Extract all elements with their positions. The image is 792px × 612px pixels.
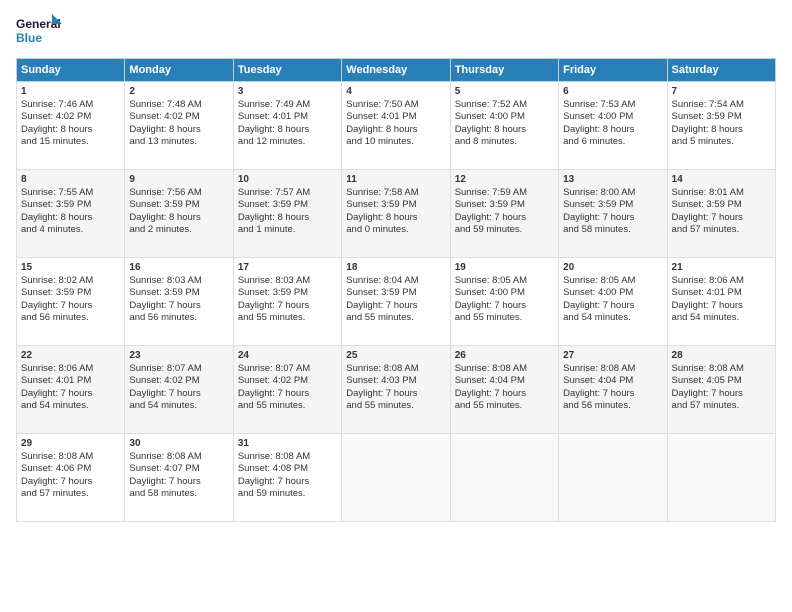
header: GeneralBlue	[16, 12, 776, 50]
svg-text:Blue: Blue	[16, 31, 42, 45]
cell-4-3: 25Sunrise: 8:08 AMSunset: 4:03 PMDayligh…	[342, 346, 450, 434]
cell-2-5: 13Sunrise: 8:00 AMSunset: 3:59 PMDayligh…	[559, 170, 667, 258]
day-number: 13	[563, 173, 662, 186]
cell-5-6	[667, 434, 775, 522]
cell-3-0: 15Sunrise: 8:02 AMSunset: 3:59 PMDayligh…	[17, 258, 125, 346]
cell-2-1: 9Sunrise: 7:56 AMSunset: 3:59 PMDaylight…	[125, 170, 233, 258]
week-row-5: 29Sunrise: 8:08 AMSunset: 4:06 PMDayligh…	[17, 434, 776, 522]
cell-2-2: 10Sunrise: 7:57 AMSunset: 3:59 PMDayligh…	[233, 170, 341, 258]
day-number: 9	[129, 173, 228, 186]
cell-1-0: 1Sunrise: 7:46 AMSunset: 4:02 PMDaylight…	[17, 82, 125, 170]
cell-1-1: 2Sunrise: 7:48 AMSunset: 4:02 PMDaylight…	[125, 82, 233, 170]
cell-3-5: 20Sunrise: 8:05 AMSunset: 4:00 PMDayligh…	[559, 258, 667, 346]
day-number: 28	[672, 349, 771, 362]
cell-1-4: 5Sunrise: 7:52 AMSunset: 4:00 PMDaylight…	[450, 82, 558, 170]
day-number: 4	[346, 85, 445, 98]
cell-4-2: 24Sunrise: 8:07 AMSunset: 4:02 PMDayligh…	[233, 346, 341, 434]
cell-5-4	[450, 434, 558, 522]
cell-5-0: 29Sunrise: 8:08 AMSunset: 4:06 PMDayligh…	[17, 434, 125, 522]
day-number: 25	[346, 349, 445, 362]
day-number: 29	[21, 437, 120, 450]
day-number: 1	[21, 85, 120, 98]
day-number: 27	[563, 349, 662, 362]
col-header-monday: Monday	[125, 59, 233, 82]
calendar-table: SundayMondayTuesdayWednesdayThursdayFrid…	[16, 58, 776, 522]
day-number: 17	[238, 261, 337, 274]
col-header-tuesday: Tuesday	[233, 59, 341, 82]
day-number: 5	[455, 85, 554, 98]
day-number: 12	[455, 173, 554, 186]
day-number: 30	[129, 437, 228, 450]
day-number: 18	[346, 261, 445, 274]
day-number: 6	[563, 85, 662, 98]
day-number: 15	[21, 261, 120, 274]
day-number: 7	[672, 85, 771, 98]
day-number: 3	[238, 85, 337, 98]
cell-5-2: 31Sunrise: 8:08 AMSunset: 4:08 PMDayligh…	[233, 434, 341, 522]
day-number: 31	[238, 437, 337, 450]
calendar-header-row: SundayMondayTuesdayWednesdayThursdayFrid…	[17, 59, 776, 82]
cell-1-3: 4Sunrise: 7:50 AMSunset: 4:01 PMDaylight…	[342, 82, 450, 170]
cell-4-0: 22Sunrise: 8:06 AMSunset: 4:01 PMDayligh…	[17, 346, 125, 434]
logo: GeneralBlue	[16, 12, 66, 50]
cell-1-5: 6Sunrise: 7:53 AMSunset: 4:00 PMDaylight…	[559, 82, 667, 170]
cell-3-4: 19Sunrise: 8:05 AMSunset: 4:00 PMDayligh…	[450, 258, 558, 346]
day-number: 14	[672, 173, 771, 186]
col-header-thursday: Thursday	[450, 59, 558, 82]
cell-3-3: 18Sunrise: 8:04 AMSunset: 3:59 PMDayligh…	[342, 258, 450, 346]
day-number: 8	[21, 173, 120, 186]
calendar-body: 1Sunrise: 7:46 AMSunset: 4:02 PMDaylight…	[17, 82, 776, 522]
col-header-saturday: Saturday	[667, 59, 775, 82]
day-number: 10	[238, 173, 337, 186]
cell-4-1: 23Sunrise: 8:07 AMSunset: 4:02 PMDayligh…	[125, 346, 233, 434]
week-row-4: 22Sunrise: 8:06 AMSunset: 4:01 PMDayligh…	[17, 346, 776, 434]
week-row-3: 15Sunrise: 8:02 AMSunset: 3:59 PMDayligh…	[17, 258, 776, 346]
day-number: 16	[129, 261, 228, 274]
cell-5-1: 30Sunrise: 8:08 AMSunset: 4:07 PMDayligh…	[125, 434, 233, 522]
calendar-page: GeneralBlue SundayMondayTuesdayWednesday…	[0, 0, 792, 612]
day-number: 19	[455, 261, 554, 274]
day-number: 11	[346, 173, 445, 186]
day-number: 26	[455, 349, 554, 362]
cell-4-6: 28Sunrise: 8:08 AMSunset: 4:05 PMDayligh…	[667, 346, 775, 434]
day-number: 20	[563, 261, 662, 274]
cell-2-0: 8Sunrise: 7:55 AMSunset: 3:59 PMDaylight…	[17, 170, 125, 258]
cell-2-3: 11Sunrise: 7:58 AMSunset: 3:59 PMDayligh…	[342, 170, 450, 258]
day-number: 24	[238, 349, 337, 362]
cell-1-2: 3Sunrise: 7:49 AMSunset: 4:01 PMDaylight…	[233, 82, 341, 170]
day-number: 2	[129, 85, 228, 98]
col-header-friday: Friday	[559, 59, 667, 82]
logo-svg: GeneralBlue	[16, 12, 66, 50]
cell-4-4: 26Sunrise: 8:08 AMSunset: 4:04 PMDayligh…	[450, 346, 558, 434]
day-number: 21	[672, 261, 771, 274]
day-number: 22	[21, 349, 120, 362]
cell-3-1: 16Sunrise: 8:03 AMSunset: 3:59 PMDayligh…	[125, 258, 233, 346]
week-row-2: 8Sunrise: 7:55 AMSunset: 3:59 PMDaylight…	[17, 170, 776, 258]
cell-3-6: 21Sunrise: 8:06 AMSunset: 4:01 PMDayligh…	[667, 258, 775, 346]
cell-5-3	[342, 434, 450, 522]
day-number: 23	[129, 349, 228, 362]
cell-4-5: 27Sunrise: 8:08 AMSunset: 4:04 PMDayligh…	[559, 346, 667, 434]
cell-1-6: 7Sunrise: 7:54 AMSunset: 3:59 PMDaylight…	[667, 82, 775, 170]
col-header-wednesday: Wednesday	[342, 59, 450, 82]
week-row-1: 1Sunrise: 7:46 AMSunset: 4:02 PMDaylight…	[17, 82, 776, 170]
cell-5-5	[559, 434, 667, 522]
cell-2-4: 12Sunrise: 7:59 AMSunset: 3:59 PMDayligh…	[450, 170, 558, 258]
col-header-sunday: Sunday	[17, 59, 125, 82]
cell-2-6: 14Sunrise: 8:01 AMSunset: 3:59 PMDayligh…	[667, 170, 775, 258]
cell-3-2: 17Sunrise: 8:03 AMSunset: 3:59 PMDayligh…	[233, 258, 341, 346]
